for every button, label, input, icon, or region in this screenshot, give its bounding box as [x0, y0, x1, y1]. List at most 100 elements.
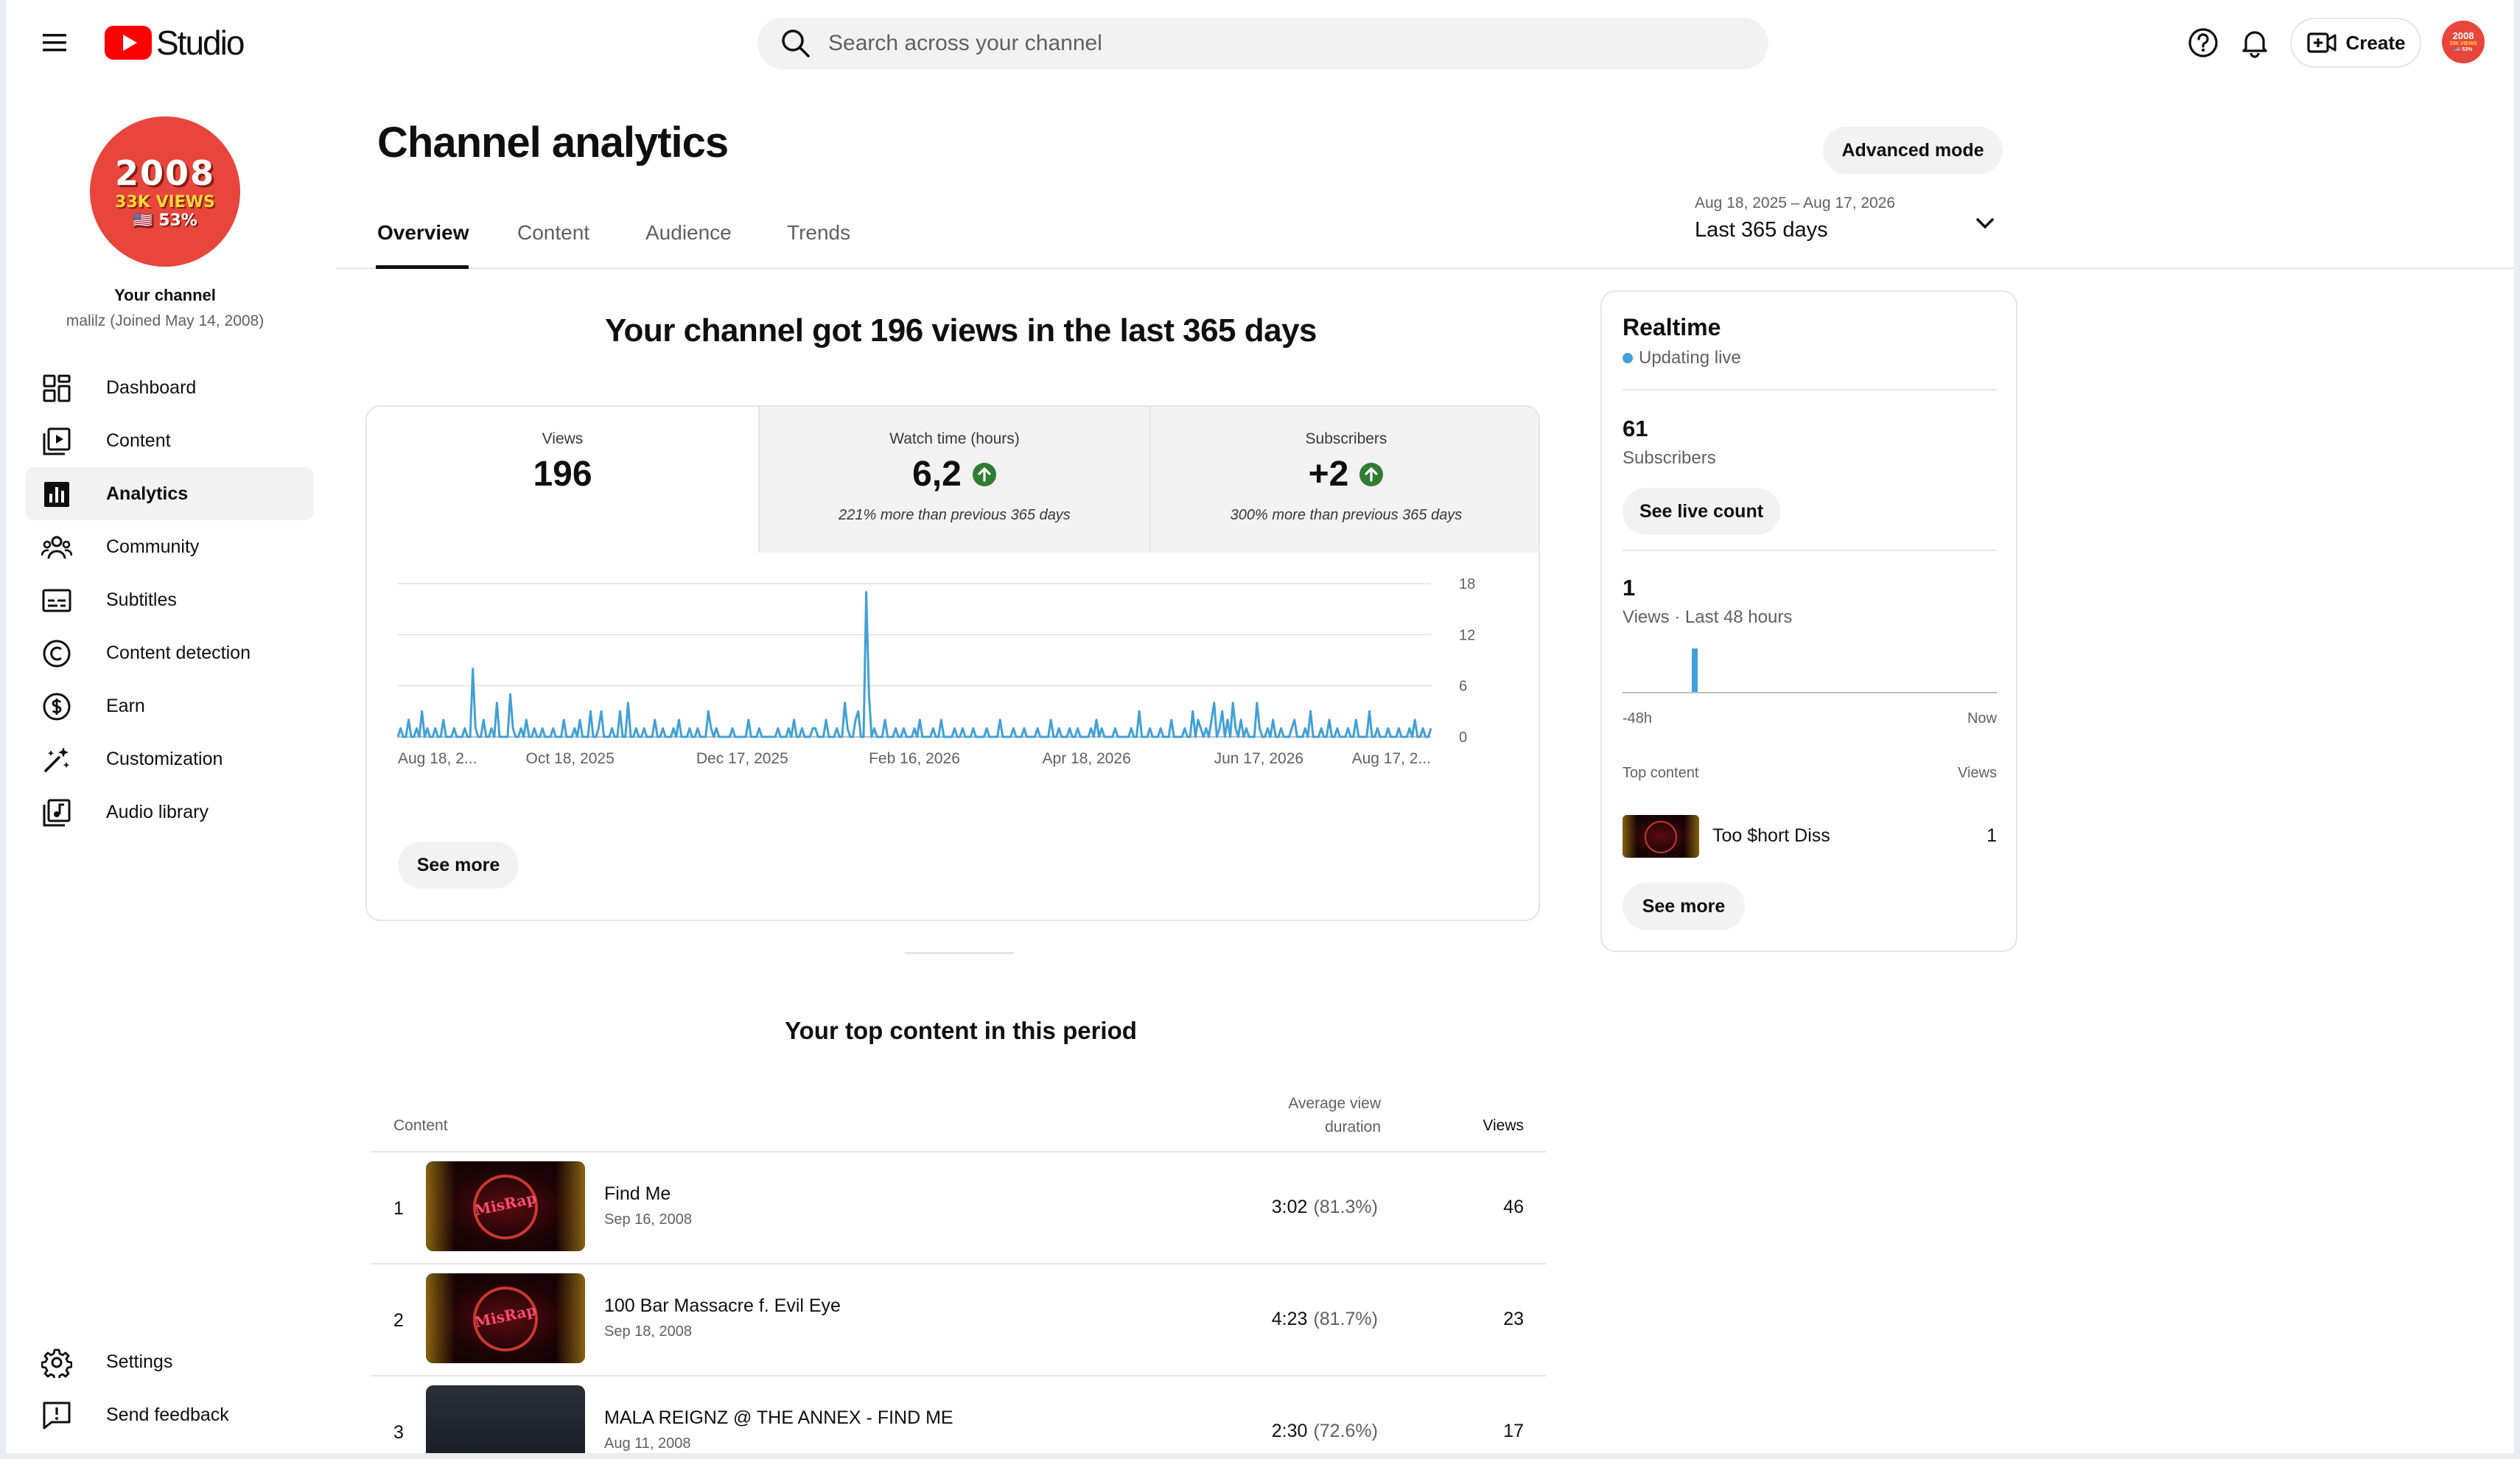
- sidebar-item-customization[interactable]: Customization: [25, 732, 314, 786]
- avatar-line2: 33K VIEWS: [2449, 41, 2477, 47]
- metric-value: 196: [533, 455, 592, 494]
- table-row[interactable]: 2 MisRap 100 Bar Massacre f. Evil Eye Se…: [371, 1263, 1546, 1375]
- x-tick-label: Jun 17, 2026: [1214, 750, 1303, 767]
- realtime-top-item[interactable]: Too $hort Diss 1: [1623, 815, 1997, 859]
- summary-headline: Your channel got 196 views in the last 3…: [604, 312, 1317, 349]
- tabs-divider: [336, 267, 2514, 269]
- feedback-icon: [43, 1402, 71, 1430]
- youtube-logo-icon: [105, 26, 152, 60]
- tab-content[interactable]: Content: [517, 221, 589, 245]
- top-bar: Studio Search across your channel Create…: [6, 0, 2514, 85]
- row-views: 17: [1503, 1421, 1524, 1441]
- metric-label: Watch time (hours): [889, 430, 1020, 447]
- sidebar-item-label: Audio library: [106, 801, 209, 822]
- dashboard-icon: [43, 374, 71, 402]
- realtime-axis-end: Now: [1967, 710, 1997, 727]
- tab-trends[interactable]: Trends: [787, 221, 850, 245]
- sidebar-item-content[interactable]: Content: [25, 414, 314, 467]
- metric-note: 221% more than previous 365 days: [839, 507, 1071, 523]
- date-range-text: Aug 18, 2025 – Aug 17, 2026: [1695, 195, 1896, 211]
- views-line-chart: 0 6 12 18 Aug 18, 2... Oct 18, 2025 Dec 17, 20…: [396, 576, 1475, 767]
- y-tick-label: 0: [1459, 730, 1467, 746]
- logo-text: Studio: [156, 24, 245, 62]
- video-title[interactable]: Find Me: [604, 1183, 671, 1205]
- table-row[interactable]: 1 MisRap Find Me Sep 16, 2008 3:02 (81.3%…: [371, 1151, 1546, 1263]
- gear-icon: [41, 1348, 72, 1378]
- sidebar-item-send-feedback[interactable]: Send feedback: [25, 1388, 314, 1441]
- menu-icon[interactable]: [38, 28, 71, 57]
- realtime-card: Realtime Updating live 61 Subscribers Se…: [1600, 290, 2017, 952]
- row-views: 23: [1503, 1309, 1524, 1329]
- advanced-mode-button[interactable]: Advanced mode: [1823, 127, 2003, 174]
- realtime-top-item-views: 1: [1987, 825, 1997, 846]
- see-more-button[interactable]: See more: [398, 842, 519, 889]
- metric-tab-subscribers[interactable]: Subscribers +2 300% more than previous 3…: [1149, 407, 1539, 553]
- video-date: Aug 11, 2008: [604, 1435, 691, 1452]
- your-channel-title: Your channel: [114, 286, 216, 304]
- sidebar-item-content-detection[interactable]: Content detection: [25, 626, 314, 679]
- views-series-line: [396, 591, 1432, 738]
- column-header-line: duration: [1325, 1119, 1381, 1136]
- account-avatar[interactable]: 2008 33K VIEWS 🇺🇸 53%: [2442, 21, 2485, 63]
- magic-wand-icon: [44, 747, 70, 772]
- channel-avatar-year: 2008: [114, 153, 216, 193]
- table-row[interactable]: 3 MALA REIGNZ @ THE ANNEX - FIND ME Aug …: [371, 1375, 1546, 1453]
- sidebar-item-audio-library[interactable]: Audio library: [25, 786, 314, 839]
- channel-avatar-views: 33K VIEWS: [115, 193, 215, 211]
- sidebar-item-earn[interactable]: Earn: [25, 679, 314, 732]
- sidebar-item-settings[interactable]: Settings: [25, 1335, 314, 1388]
- date-range-label: Last 365 days: [1695, 218, 1828, 242]
- see-live-count-button[interactable]: See live count: [1623, 488, 1780, 535]
- column-header-avg-view-duration[interactable]: Average view duration: [1185, 1092, 1381, 1139]
- create-label: Create: [2345, 31, 2406, 54]
- chevron-down-icon[interactable]: [1970, 209, 2000, 239]
- notifications-bell-icon[interactable]: [2236, 24, 2274, 62]
- metric-tab-watch-time[interactable]: Watch time (hours) 6,2 221% more than pr…: [758, 407, 1149, 553]
- help-icon[interactable]: [2184, 24, 2222, 62]
- sidebar-item-dashboard[interactable]: Dashboard: [25, 361, 314, 414]
- metric-tab-views[interactable]: Views 196: [367, 407, 758, 553]
- channel-subtitle: malilz (Joined May 14, 2008): [66, 312, 265, 329]
- video-thumbnail[interactable]: MisRap: [426, 1161, 585, 1251]
- sidebar-item-label: Customization: [106, 748, 223, 769]
- row-views: 46: [1503, 1197, 1524, 1217]
- x-tick-label: Aug 18, 2...: [398, 750, 477, 767]
- video-thumbnail[interactable]: MisRap: [426, 1273, 585, 1363]
- tab-overview[interactable]: Overview: [377, 221, 469, 245]
- video-title[interactable]: MALA REIGNZ @ THE ANNEX - FIND ME: [604, 1407, 953, 1429]
- realtime-bar: [1692, 648, 1698, 693]
- column-header-views[interactable]: Views: [1450, 1117, 1524, 1135]
- search-bar[interactable]: Search across your channel: [757, 18, 1768, 69]
- y-tick-label: 12: [1459, 627, 1475, 643]
- y-tick-label: 18: [1459, 576, 1475, 592]
- tab-audience[interactable]: Audience: [645, 221, 732, 245]
- divider: [1623, 389, 1997, 391]
- realtime-see-more-button[interactable]: See more: [1623, 883, 1745, 930]
- subtitles-icon: [42, 589, 71, 612]
- search-icon: [782, 29, 810, 57]
- studio-logo[interactable]: Studio: [105, 24, 245, 62]
- create-button[interactable]: Create: [2290, 18, 2421, 68]
- x-tick-label: Feb 16, 2026: [869, 750, 960, 767]
- section-divider: [905, 952, 1014, 954]
- sidebar-item-community[interactable]: Community: [25, 520, 314, 573]
- channel-avatar[interactable]: 2008 33K VIEWS 🇺🇸 53%: [90, 116, 240, 267]
- sidebar-item-label: Settings: [106, 1351, 173, 1372]
- trend-up-icon: [972, 462, 996, 486]
- realtime-subscribers-label: Subscribers: [1623, 448, 1716, 468]
- video-date: Sep 18, 2008: [604, 1323, 692, 1340]
- video-thumbnail: [1623, 815, 1699, 858]
- sidebar-item-subtitles[interactable]: Subtitles: [25, 573, 314, 626]
- x-tick-label: Aug 17, 2...: [1352, 750, 1431, 767]
- search-input[interactable]: Search across your channel: [828, 31, 1102, 56]
- video-thumbnail[interactable]: [426, 1385, 585, 1453]
- video-title[interactable]: 100 Bar Massacre f. Evil Eye: [604, 1295, 841, 1317]
- metric-label: Subscribers: [1305, 430, 1387, 447]
- audio-library-icon: [43, 799, 71, 827]
- sidebar-item-label: Community: [106, 536, 200, 557]
- realtime-views-column-label: Views: [1958, 765, 1997, 781]
- realtime-status-text: Updating live: [1639, 348, 1741, 368]
- live-dot-icon: [1623, 353, 1633, 363]
- sidebar-item-analytics[interactable]: Analytics: [25, 467, 314, 520]
- avg-view-duration: 4:23 (81.7%): [1271, 1309, 1378, 1329]
